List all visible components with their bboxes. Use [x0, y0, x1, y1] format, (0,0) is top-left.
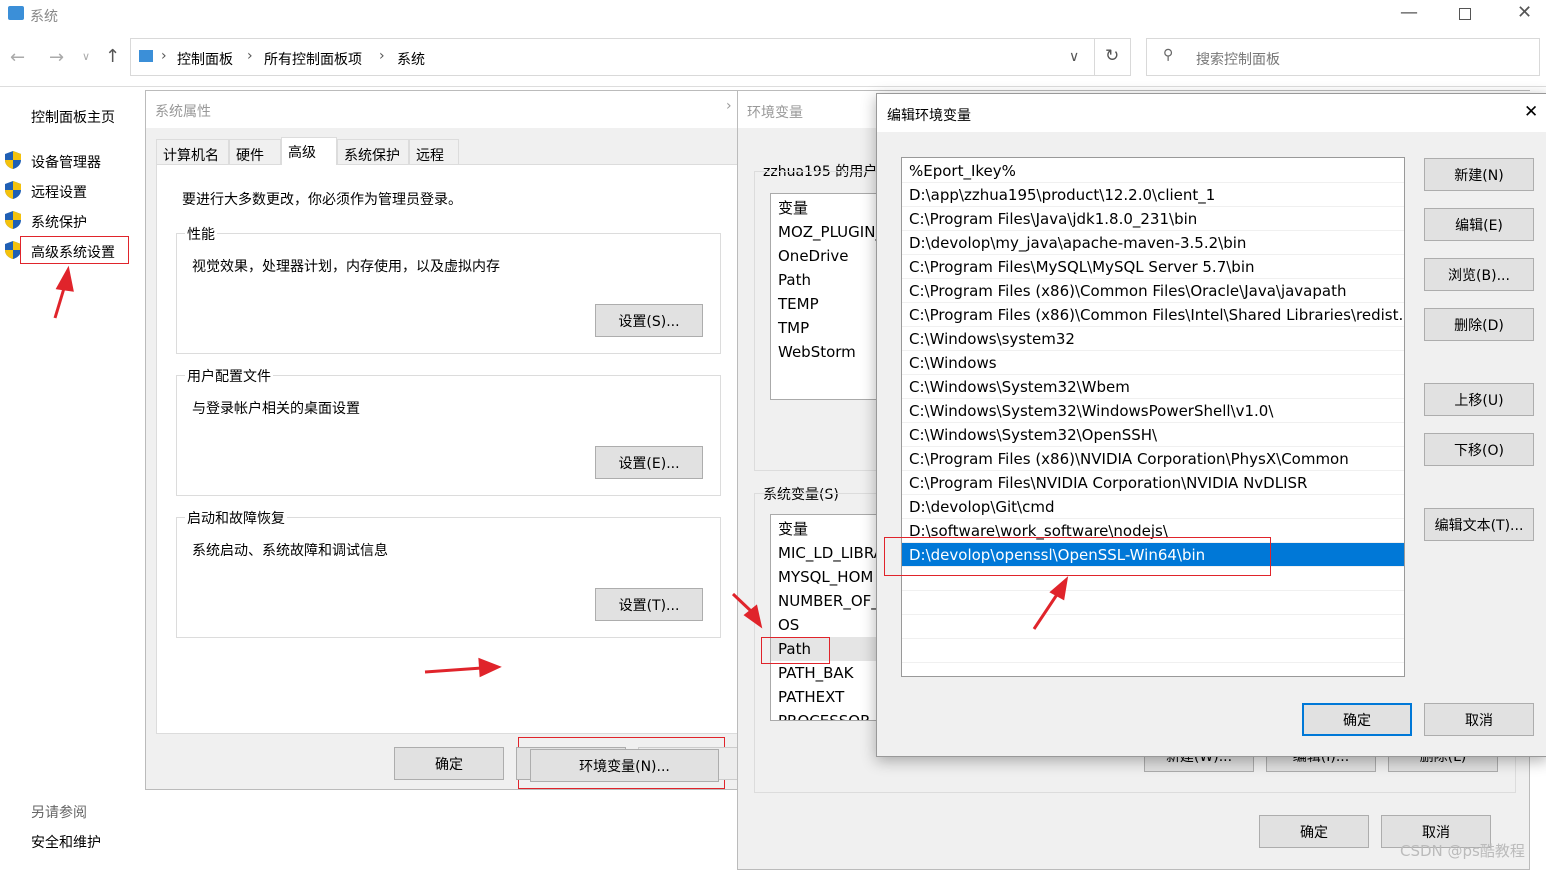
- dialog-title: 系统属性: [155, 104, 211, 120]
- tab-content: 要进行大多数更改，你必须作为管理员登录。 性能视觉效果，处理器计划，内存使用，以…: [156, 164, 738, 789]
- edit-button-1[interactable]: 编辑(E): [1424, 208, 1534, 241]
- edit-button-6[interactable]: 编辑文本(T)...: [1424, 508, 1534, 541]
- separator-icon: ›: [161, 48, 167, 64]
- system-properties-dialog: 系统属性 计算机名 硬件 高级 系统保护 远程 要进行大多数更改，你必须作为管理员登录。…: [145, 90, 748, 790]
- minimize-icon[interactable]: —: [1400, 2, 1418, 23]
- path-entry[interactable]: C:\Program Files\Java\jdk1.8.0_231\bin: [902, 207, 1404, 231]
- shield-icon: [4, 150, 22, 170]
- ok-button[interactable]: 确定: [394, 747, 504, 780]
- settings-button[interactable]: 设置(S)...: [595, 304, 703, 337]
- shield-icon: [4, 180, 22, 200]
- path-entry[interactable]: C:\Windows: [902, 351, 1404, 375]
- settings-group: 性能视觉效果，处理器计划，内存使用，以及虚拟内存设置(S)...: [176, 224, 721, 354]
- app-icon: [8, 6, 24, 20]
- tab-3[interactable]: 系统保护: [337, 139, 409, 164]
- empty-row[interactable]: [902, 615, 1404, 639]
- breadcrumb-all-items[interactable]: 所有控制面板项: [264, 49, 362, 69]
- path-entry[interactable]: %Eport_Ikey%: [902, 159, 1404, 183]
- see-also-label: 另请参阅: [31, 805, 87, 821]
- path-entries-list[interactable]: %Eport_Ikey% D:\app\zzhua195\product\12.2…: [901, 157, 1405, 677]
- path-entry[interactable]: D:\devolop\my_java\apache-maven-3.5.2\bi…: [902, 231, 1404, 255]
- tab-1[interactable]: 硬件: [229, 139, 281, 164]
- group-label: 启动和故障恢复: [185, 508, 287, 528]
- search-box[interactable]: ⚲ 搜索控制面板: [1146, 38, 1540, 76]
- close-icon[interactable]: ✕: [1517, 2, 1532, 23]
- path-entry[interactable]: C:\Program Files (x86)\Common Files\Orac…: [902, 279, 1404, 303]
- dialog-title: 环境变量: [747, 105, 803, 121]
- path-entry[interactable]: C:\Windows\System32\OpenSSH\: [902, 423, 1404, 447]
- path-entry[interactable]: C:\Windows\System32\WindowsPowerShell\v1…: [902, 399, 1404, 423]
- path-entry[interactable]: C:\Windows\System32\Wbem: [902, 375, 1404, 399]
- group-label: 用户配置文件: [185, 366, 273, 386]
- group-description: 视觉效果，处理器计划，内存使用，以及虚拟内存: [192, 259, 500, 275]
- edit-button-3[interactable]: 删除(D): [1424, 308, 1534, 341]
- settings-group: 启动和故障恢复系统启动、系统故障和调试信息设置(T)...: [176, 508, 721, 638]
- group-label: 性能: [185, 224, 217, 244]
- tab-2[interactable]: 高级: [281, 137, 337, 165]
- divider: [0, 86, 1546, 87]
- ok-button[interactable]: 确定: [1259, 815, 1369, 848]
- empty-row[interactable]: [902, 639, 1404, 663]
- arrow-icon: [53, 265, 74, 319]
- path-entry[interactable]: C:\Program Files (x86)\Common Files\Inte…: [902, 303, 1404, 327]
- forward-icon[interactable]: →: [49, 47, 64, 68]
- window-title: 系统: [30, 9, 58, 25]
- dropdown-chevron-icon[interactable]: ∨: [1069, 49, 1079, 65]
- up-icon[interactable]: ↑: [105, 46, 120, 67]
- path-entry[interactable]: C:\Program Files\NVIDIA Corporation\NVID…: [902, 471, 1404, 495]
- settings-group: 用户配置文件与登录帐户相关的桌面设置设置(E)...: [176, 366, 721, 496]
- empty-row[interactable]: [902, 567, 1404, 591]
- path-entry[interactable]: D:\devolop\Git\cmd: [902, 495, 1404, 519]
- breadcrumb-system[interactable]: 系统: [397, 49, 425, 69]
- title-bar: [877, 94, 1546, 132]
- title-bar: [146, 91, 746, 128]
- edit-button-2[interactable]: 浏览(B)...: [1424, 258, 1534, 291]
- back-icon[interactable]: ←: [10, 47, 25, 68]
- maximize-icon[interactable]: [1459, 8, 1471, 20]
- separator-icon: ›: [247, 48, 253, 64]
- ok-button[interactable]: 确定: [1302, 703, 1412, 736]
- control-panel-home-link[interactable]: 控制面板主页: [31, 107, 115, 127]
- shield-icon: [4, 210, 22, 230]
- empty-row[interactable]: [902, 591, 1404, 615]
- tab-4[interactable]: 远程: [409, 139, 459, 164]
- path-entry[interactable]: D:\devolop\openssl\OpenSSL-Win64\bin: [902, 543, 1404, 567]
- breadcrumb-control-panel[interactable]: 控制面板: [177, 49, 233, 69]
- group-description: 与登录帐户相关的桌面设置: [192, 401, 360, 417]
- path-entry[interactable]: D:\app\zzhua195\product\12.2.0\client_1: [902, 183, 1404, 207]
- refresh-icon[interactable]: ↻: [1105, 46, 1119, 66]
- sidebar-item-link[interactable]: 高级系统设置: [31, 242, 115, 262]
- computer-icon: [139, 50, 153, 62]
- shield-icon: [4, 240, 22, 260]
- edit-button-5[interactable]: 下移(O): [1424, 433, 1534, 466]
- dialog-title: 编辑环境变量: [887, 108, 971, 124]
- cancel-button[interactable]: 取消: [1424, 703, 1534, 736]
- path-entry[interactable]: C:\Program Files\MySQL\MySQL Server 5.7\…: [902, 255, 1404, 279]
- environment-variables-button[interactable]: 环境变量(N)...: [530, 749, 719, 782]
- sidebar-item-link[interactable]: 系统保护: [31, 212, 87, 232]
- path-entry[interactable]: D:\software\work_software\nodejs\: [902, 519, 1404, 543]
- sidebar-item-link[interactable]: 设备管理器: [31, 152, 101, 172]
- admin-note: 要进行大多数更改，你必须作为管理员登录。: [182, 192, 462, 208]
- close-icon[interactable]: ›: [726, 98, 732, 114]
- group-description: 系统启动、系统故障和调试信息: [192, 543, 388, 559]
- close-icon[interactable]: ✕: [1524, 102, 1538, 122]
- path-entry[interactable]: C:\Program Files (x86)\NVIDIA Corporatio…: [902, 447, 1404, 471]
- sidebar-item-link[interactable]: 远程设置: [31, 182, 87, 202]
- edit-button-0[interactable]: 新建(N): [1424, 158, 1534, 191]
- search-icon: ⚲: [1163, 47, 1174, 63]
- edit-environment-variable-dialog: 编辑环境变量 ✕ %Eport_Ikey% D:\app\zzhua195\pro…: [876, 93, 1546, 757]
- recent-chevron-icon[interactable]: ∨: [82, 50, 90, 63]
- search-input[interactable]: 搜索控制面板: [1196, 49, 1280, 69]
- address-bar[interactable]: › 控制面板 › 所有控制面板项 › 系统 ∨ ↻: [130, 38, 1131, 76]
- path-entry[interactable]: C:\Windows\system32: [902, 327, 1404, 351]
- separator-icon: ›: [379, 48, 385, 64]
- security-maintenance-link[interactable]: 安全和维护: [31, 832, 101, 852]
- edit-button-4[interactable]: 上移(U): [1424, 383, 1534, 416]
- settings-button[interactable]: 设置(T)...: [595, 588, 703, 621]
- divider: [1094, 39, 1095, 75]
- watermark: CSDN @ps酷教程: [1400, 842, 1525, 860]
- tab-0[interactable]: 计算机名: [156, 139, 229, 164]
- settings-button[interactable]: 设置(E)...: [595, 446, 703, 479]
